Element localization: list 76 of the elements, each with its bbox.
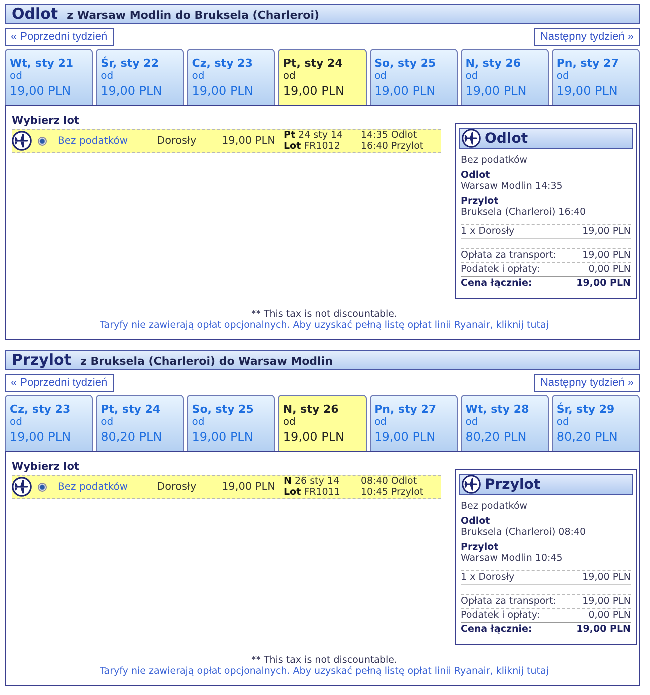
day-tab[interactable]: Cz, sty 23 od 19,00 PLN [5, 395, 94, 451]
departure-time: 14:35 Odlot [361, 130, 418, 141]
summary-title: Przylot [485, 476, 541, 492]
fare-link[interactable]: Bez podatków [58, 482, 128, 492]
arrival-heading: Przylot [461, 542, 499, 553]
fare-link[interactable]: Bez podatków [58, 136, 128, 146]
previous-week-button[interactable]: « Poprzedni tydzień [5, 28, 114, 46]
charge-amount: 0,00 PLN [588, 610, 631, 621]
fees-link[interactable]: Taryfy nie zawierają opłat opcjonalnych. Aby uzyskać pełną listę opłat linii Ryanair, kliknij tutaj [100, 320, 549, 331]
route-text: z Warsaw Modlin do Bruksela (Charleroi) [67, 9, 320, 22]
charge-amount: 0,00 PLN [588, 264, 631, 275]
radio-button[interactable] [38, 482, 47, 492]
day-tab[interactable]: Pt, sty 24 od 80,20 PLN [96, 395, 184, 451]
passenger-amount: 19,00 PLN [582, 226, 631, 237]
arrival-info: Bruksela (Charleroi) 16:40 [461, 207, 586, 218]
departure-info: Warsaw Modlin 14:35 [461, 181, 563, 192]
flight-price: 19,00 PLN [222, 481, 276, 493]
passenger-label: 1 x Dorosły [461, 572, 515, 583]
day-tab[interactable]: Cz, sty 23 od 19,00 PLN [187, 49, 276, 105]
route-text: z Bruksela (Charleroi) do Warsaw Modlin [80, 355, 333, 368]
day-tab[interactable]: Śr, sty 29 od 80,20 PLN [552, 395, 640, 451]
airplane-icon [462, 129, 481, 148]
day-tab[interactable]: So, sty 25 od 19,00 PLN [370, 49, 458, 105]
airplane-icon [12, 477, 32, 497]
fees-link[interactable]: Taryfy nie zawierają opłat opcjonalnych. Aby uzyskać pełną listę opłat linii Ryanair, kliknij tutaj [100, 666, 549, 677]
flight-price: 19,00 PLN [222, 135, 276, 147]
departure-info: Bruksela (Charleroi) 08:40 [461, 527, 586, 538]
passenger-type: Dorosły [157, 481, 197, 493]
flight-date: N 26 sty 14 [284, 476, 340, 487]
airplane-icon [12, 131, 32, 151]
section-title: Przylot [12, 351, 72, 369]
charge-label: Podatek i opłaty: [461, 610, 540, 621]
charge-amount: 19,00 PLN [582, 250, 631, 261]
tax-note: ** This tax is not discountable. [251, 655, 398, 666]
select-flight-heading: Wybierz lot [12, 115, 80, 127]
day-tab[interactable]: N, sty 26 od 19,00 PLN [278, 395, 367, 451]
total-label: Cena łącznie: [461, 624, 532, 635]
airplane-icon [462, 475, 481, 494]
passenger-amount: 19,00 PLN [582, 572, 631, 583]
charge-label: Opłata za transport: [461, 250, 557, 261]
previous-week-button[interactable]: « Poprzedni tydzień [5, 374, 114, 392]
day-tab[interactable]: Wt, sty 21 od 19,00 PLN [5, 49, 94, 105]
arrival-info: Warsaw Modlin 10:45 [461, 553, 563, 564]
arrival-heading: Przylot [461, 196, 499, 207]
next-week-button[interactable]: Następny tydzień » [534, 28, 640, 46]
charge-label: Podatek i opłaty: [461, 264, 540, 275]
day-tab[interactable]: Wt, sty 28 od 80,20 PLN [460, 395, 549, 451]
charge-label: Opłata za transport: [461, 596, 557, 607]
charge-amount: 19,00 PLN [582, 596, 631, 607]
total-amount: 19,00 PLN [576, 278, 631, 289]
day-tab[interactable]: Pn, sty 27 od 19,00 PLN [370, 395, 458, 451]
day-tab[interactable]: Śr, sty 22 od 19,00 PLN [96, 49, 184, 105]
day-tab[interactable]: Pt, sty 24 od 19,00 PLN [278, 49, 367, 105]
section-title: Odlot [12, 5, 58, 23]
select-flight-heading: Wybierz lot [12, 461, 80, 473]
fare-name: Bez podatków [461, 501, 528, 512]
tax-note: ** This tax is not discountable. [251, 309, 398, 320]
passenger-type: Dorosły [157, 135, 197, 147]
flight-number: Lot FR1012 [284, 141, 342, 152]
departure-time: 08:40 Odlot [361, 476, 418, 487]
radio-button[interactable] [38, 136, 47, 146]
next-week-button[interactable]: Następny tydzień » [534, 374, 640, 392]
passenger-label: 1 x Dorosły [461, 226, 515, 237]
day-tab[interactable]: Pn, sty 27 od 19,00 PLN [552, 49, 640, 105]
departure-heading: Odlot [461, 516, 490, 527]
flight-number: Lot FR1011 [284, 487, 342, 498]
total-label: Cena łącznie: [461, 278, 532, 289]
day-tab[interactable]: So, sty 25 od 19,00 PLN [187, 395, 276, 451]
arrival-time: 16:40 Przylot [361, 141, 424, 152]
day-tab[interactable]: N, sty 26 od 19,00 PLN [460, 49, 549, 105]
arrival-time: 10:45 Przylot [361, 487, 424, 498]
fare-name: Bez podatków [461, 155, 528, 166]
summary-title: Odlot [485, 130, 528, 146]
departure-heading: Odlot [461, 170, 490, 181]
flight-date: Pt 24 sty 14 [284, 130, 344, 141]
total-amount: 19,00 PLN [576, 624, 631, 635]
